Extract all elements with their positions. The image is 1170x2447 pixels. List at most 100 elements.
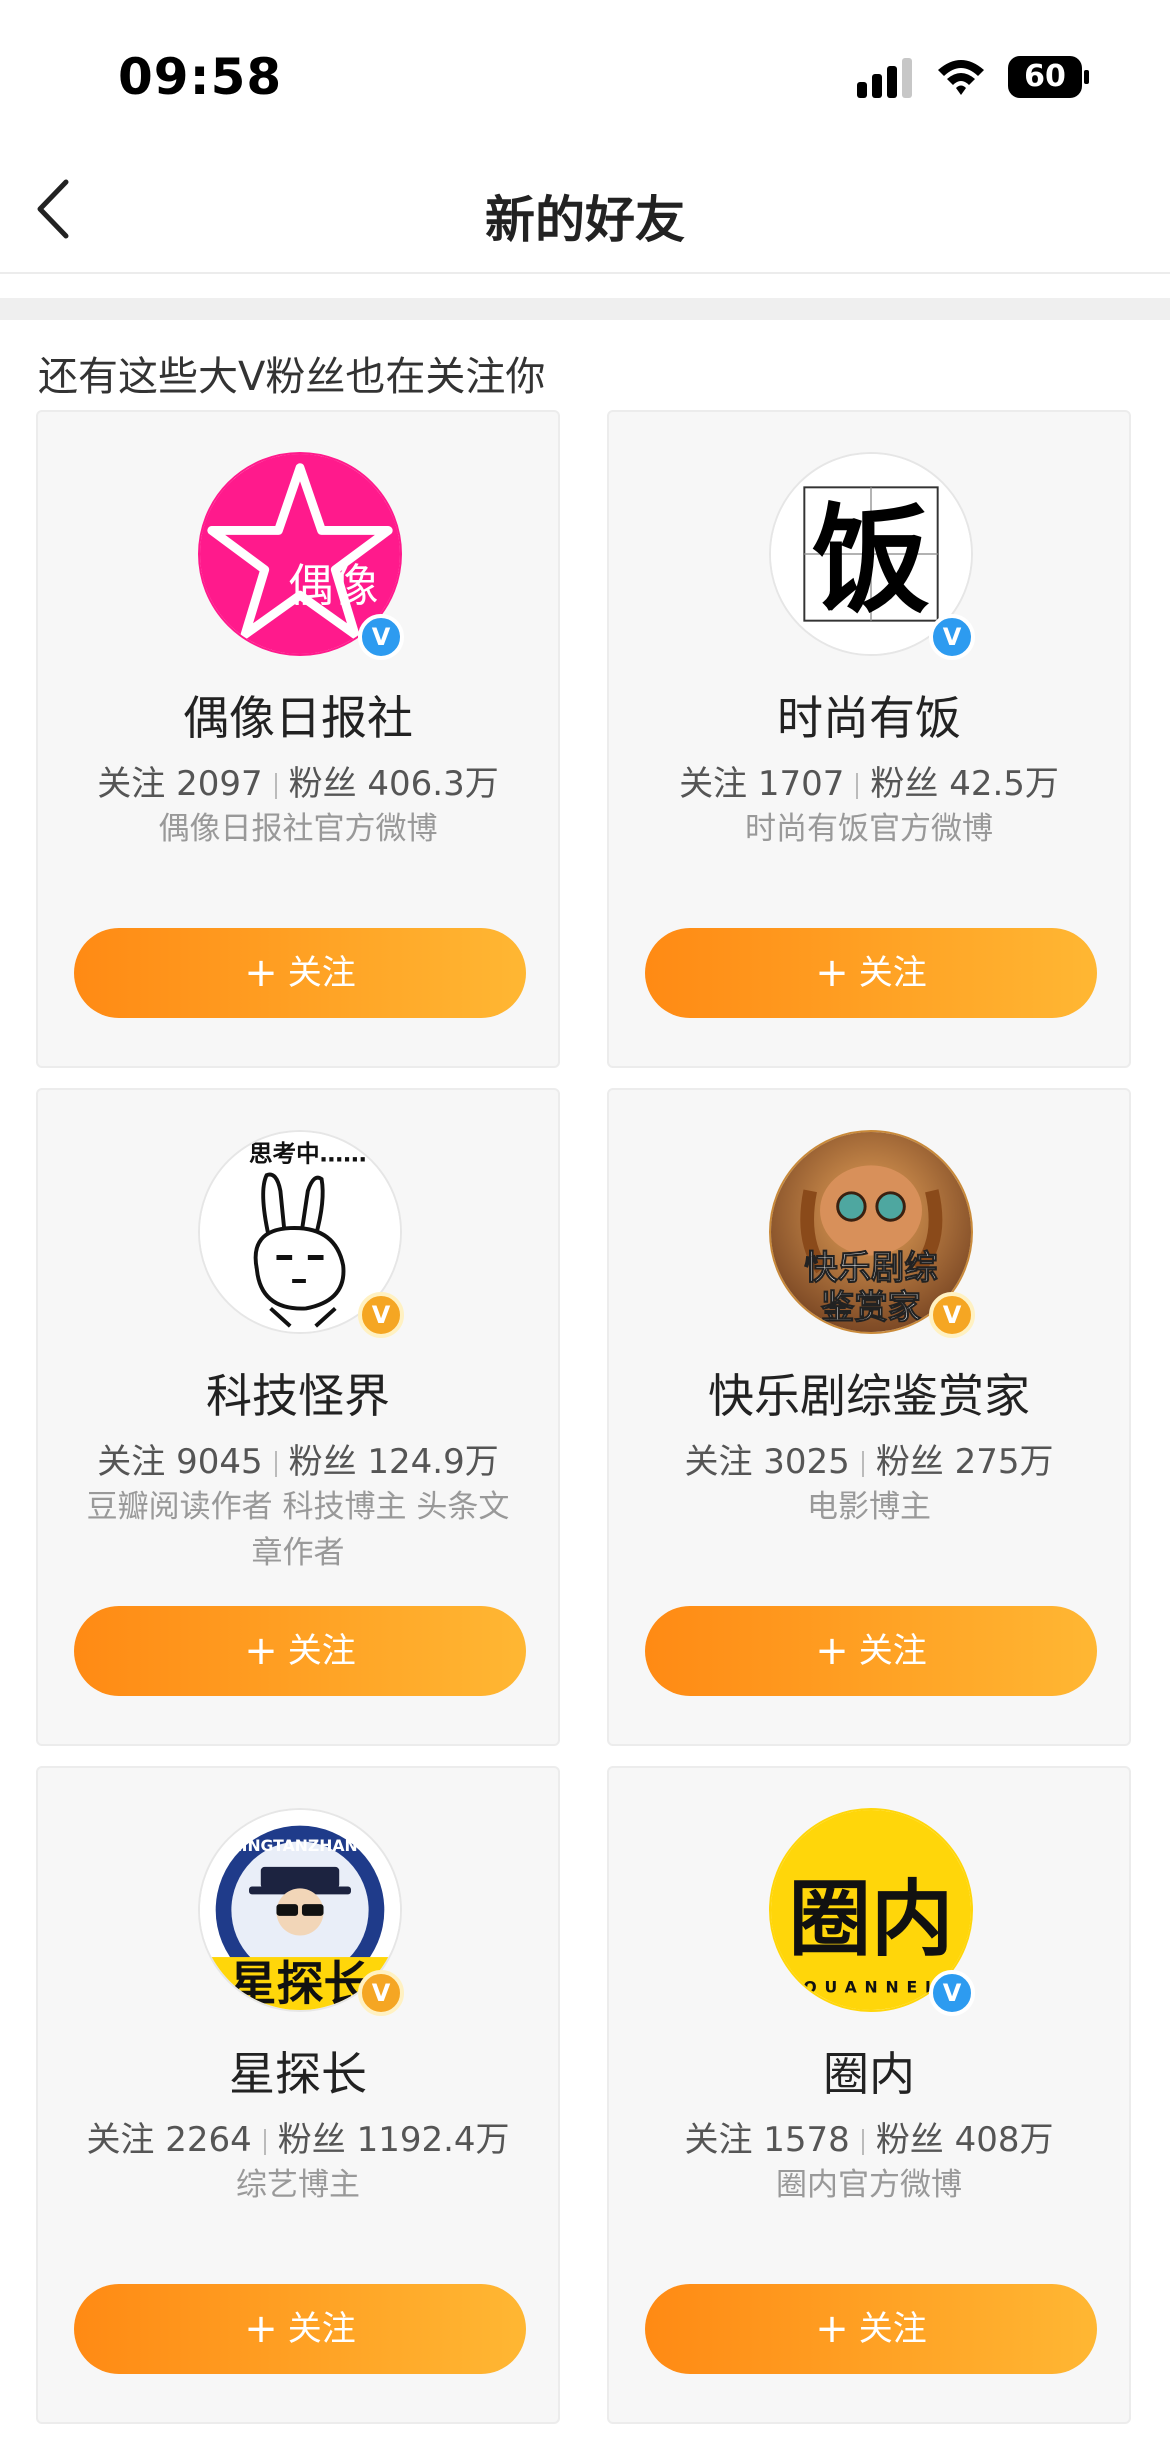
- recommend-card[interactable]: 偶像 V 偶像日报社 关注 2097 粉丝 406.3万 偶像日报社官方微博 + 关…: [36, 410, 560, 1068]
- follow-count: 2264: [165, 2120, 252, 2160]
- card-name[interactable]: 科技怪界: [38, 1360, 558, 1426]
- avatar-arc-text: XINGTANZHANG: [230, 1836, 371, 1855]
- follow-button-label: 关注: [858, 1631, 927, 1671]
- card-description: 圈内官方微博: [776, 2167, 962, 2203]
- card-description: 豆瓣阅读作者 科技博主 头条文章作者: [86, 1489, 510, 1571]
- fans-count: 408万: [954, 2120, 1054, 2160]
- plus-icon: +: [244, 2306, 278, 2352]
- fans-label: 粉丝: [277, 2120, 346, 2160]
- card-description: 电影博主: [807, 1489, 931, 1525]
- verified-badge-icon: V: [358, 1292, 404, 1338]
- card-stats: 关注 1707 粉丝 42.5万: [609, 756, 1129, 805]
- follow-label: 关注: [684, 1442, 753, 1482]
- follow-label: 关注: [97, 764, 166, 804]
- avatar-text: 星探长: [229, 1957, 370, 2010]
- fans-count: 406.3万: [367, 764, 499, 804]
- card-description: 偶像日报社官方微博: [158, 811, 438, 847]
- follow-button-label: 关注: [858, 2309, 927, 2349]
- card-name[interactable]: 星探长: [38, 2038, 558, 2104]
- card-name[interactable]: 快乐剧综鉴赏家: [609, 1360, 1129, 1426]
- follow-label: 关注: [684, 2120, 753, 2160]
- follow-label: 关注: [86, 2120, 155, 2160]
- stat-divider: [861, 2128, 864, 2155]
- stat-divider: [274, 1450, 277, 1477]
- plus-icon: +: [244, 1628, 278, 1674]
- avatar-text: 思考中……: [249, 1139, 367, 1167]
- card-stats: 关注 2264 粉丝 1192.4万: [38, 2112, 558, 2161]
- stat-divider: [861, 1450, 864, 1477]
- card-description: 时尚有饭官方微博: [745, 811, 993, 847]
- section-title: 还有这些大V粉丝也在关注你: [38, 354, 546, 400]
- fans-label: 粉丝: [875, 2120, 944, 2160]
- status-bar: 09:58 60: [0, 0, 1170, 150]
- page-title: 新的好友: [485, 191, 685, 249]
- card-stats: 关注 1578 粉丝 408万: [609, 2112, 1129, 2161]
- verified-badge-icon: V: [358, 614, 404, 660]
- follow-count: 1578: [763, 2120, 850, 2160]
- avatar-container[interactable]: 圈内 QUANNEI V: [769, 1808, 975, 2016]
- follow-count: 3025: [763, 1442, 850, 1482]
- recommend-card[interactable]: XINGTANZHANG 星探长 V 星探长 关注 2264 粉丝 1192.4万…: [36, 1766, 560, 2424]
- follow-button[interactable]: + 关注: [74, 2284, 526, 2374]
- follow-button[interactable]: + 关注: [645, 2284, 1097, 2374]
- card-stats: 关注 2097 粉丝 406.3万: [38, 756, 558, 805]
- verified-badge-icon: V: [358, 1970, 404, 2016]
- fans-count: 42.5万: [949, 764, 1059, 804]
- recommend-card[interactable]: 圈内 QUANNEI V 圈内 关注 1578 粉丝 408万 圈内官方微博 + 关…: [607, 1766, 1131, 2424]
- avatar-text: 鉴赏家: [820, 1287, 922, 1326]
- follow-button[interactable]: + 关注: [645, 928, 1097, 1018]
- card-name[interactable]: 圈内: [609, 2038, 1129, 2104]
- stat-divider: [856, 772, 859, 799]
- section-divider: [0, 298, 1170, 320]
- avatar-container[interactable]: 快乐剧综 鉴赏家 V: [769, 1130, 975, 1338]
- avatar-container[interactable]: 饭 V: [769, 452, 975, 660]
- plus-icon: +: [815, 2306, 849, 2352]
- avatar-container[interactable]: XINGTANZHANG 星探长 V: [198, 1808, 404, 2016]
- card-name[interactable]: 时尚有饭: [609, 682, 1129, 748]
- follow-count: 1707: [757, 764, 845, 804]
- cellular-signal-icon: [857, 58, 912, 98]
- avatar-text: 圈内: [789, 1872, 954, 1967]
- wifi-icon: [938, 60, 984, 95]
- status-time: 09:58: [118, 48, 283, 106]
- fans-count: 1192.4万: [356, 2120, 510, 2160]
- card-stats: 关注 9045 粉丝 124.9万: [38, 1434, 558, 1483]
- avatar-text: 饭: [812, 492, 930, 629]
- fans-label: 粉丝: [870, 764, 939, 804]
- follow-count: 9045: [176, 1442, 263, 1482]
- plus-icon: +: [244, 950, 278, 996]
- battery-icon: 60: [1008, 56, 1090, 98]
- plus-icon: +: [815, 1628, 849, 1674]
- fans-label: 粉丝: [875, 1442, 944, 1482]
- fans-label: 粉丝: [288, 1442, 357, 1482]
- fans-count: 124.9万: [367, 1442, 499, 1482]
- follow-button[interactable]: + 关注: [645, 1606, 1097, 1696]
- follow-button[interactable]: + 关注: [74, 928, 526, 1018]
- stat-divider: [263, 2128, 266, 2155]
- follow-count: 2097: [176, 764, 263, 804]
- follow-label: 关注: [97, 1442, 166, 1482]
- follow-button-label: 关注: [287, 953, 356, 993]
- avatar-arc-text: QUANNEI: [803, 1977, 938, 1996]
- plus-icon: +: [815, 950, 849, 996]
- card-stats: 关注 3025 粉丝 275万: [609, 1434, 1129, 1483]
- fans-label: 粉丝: [288, 764, 357, 804]
- follow-button-label: 关注: [858, 953, 927, 993]
- follow-label: 关注: [679, 764, 748, 804]
- follow-button[interactable]: + 关注: [74, 1606, 526, 1696]
- verified-badge-icon: V: [929, 1970, 975, 2016]
- battery-level: 60: [1024, 59, 1066, 94]
- avatar-container[interactable]: 思考中…… V: [198, 1130, 404, 1338]
- card-name[interactable]: 偶像日报社: [38, 682, 558, 748]
- navigation-bar: 新的好友: [0, 150, 1170, 274]
- avatar-container[interactable]: 偶像 V: [198, 452, 404, 660]
- recommend-card[interactable]: 饭 V 时尚有饭 关注 1707 粉丝 42.5万 时尚有饭官方微博 + 关注: [607, 410, 1131, 1068]
- recommend-card[interactable]: 快乐剧综 鉴赏家 V 快乐剧综鉴赏家 关注 3025 粉丝 275万 电影博主 +…: [607, 1088, 1131, 1746]
- card-description: 综艺博主: [236, 2167, 360, 2203]
- stat-divider: [274, 772, 277, 799]
- verified-badge-icon: V: [929, 1292, 975, 1338]
- follow-button-label: 关注: [287, 2309, 356, 2349]
- follow-button-label: 关注: [287, 1631, 356, 1671]
- recommend-card[interactable]: 思考中…… V 科技怪界 关注 9045 粉丝 124.9万 豆瓣阅读作者 科技博…: [36, 1088, 560, 1746]
- verified-badge-icon: V: [929, 614, 975, 660]
